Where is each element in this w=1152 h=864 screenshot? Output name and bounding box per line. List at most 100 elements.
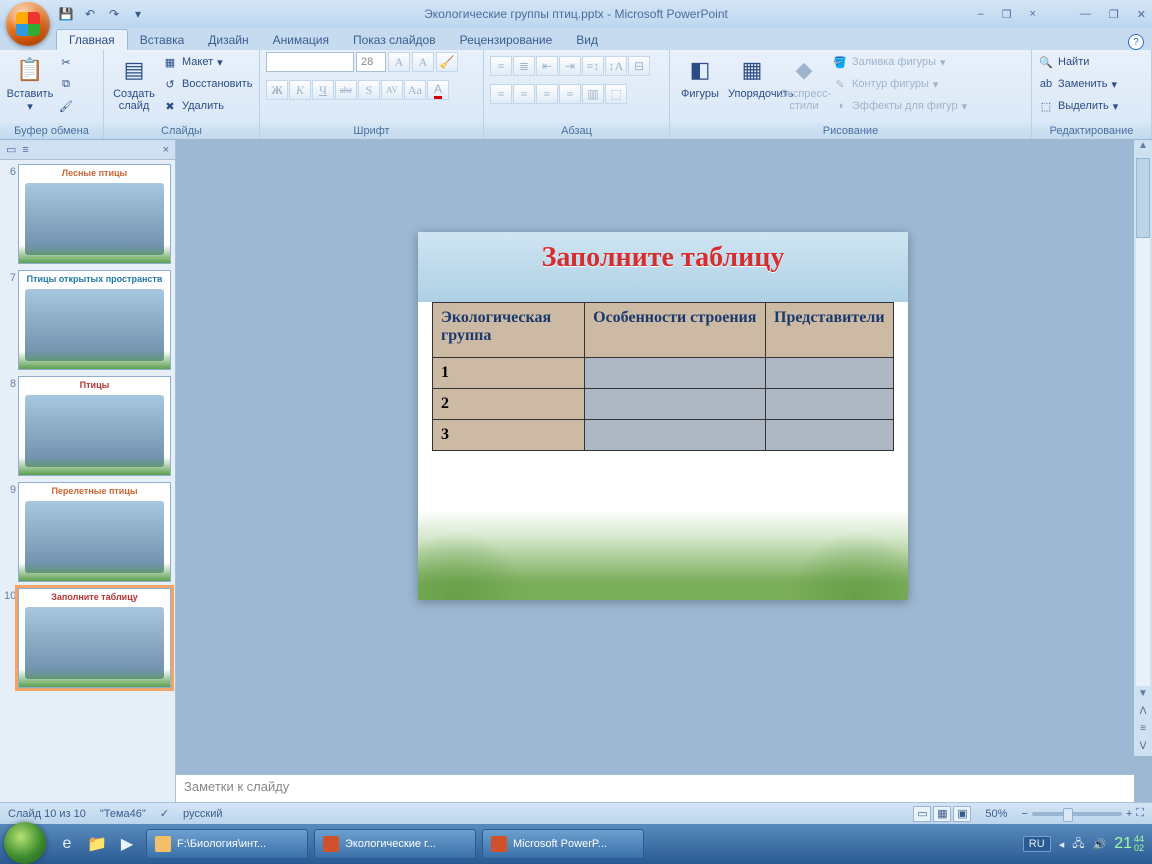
tab-home[interactable]: Главная <box>56 29 128 50</box>
outline-tab-icon[interactable]: ≡ <box>22 144 28 156</box>
delete-button[interactable]: ✖Удалить <box>162 96 252 116</box>
app-minimize[interactable]: — <box>1080 8 1091 21</box>
taskbar-task[interactable]: Экологические г... <box>314 829 476 859</box>
reset-button[interactable]: ↺Восстановить <box>162 74 252 94</box>
zoom-out-button[interactable]: − <box>1021 808 1027 820</box>
cut-button[interactable]: ✂ <box>58 52 74 72</box>
arrange-button[interactable]: ▦Упорядочить <box>728 52 776 100</box>
spellcheck-icon[interactable]: ✓ <box>160 807 169 820</box>
help-icon[interactable]: ? <box>1128 34 1144 50</box>
strike-button[interactable]: abc <box>335 80 357 100</box>
case-button[interactable]: Aa <box>404 80 426 100</box>
notes-pane[interactable]: Заметки к слайду <box>176 774 1134 802</box>
normal-view-button[interactable]: ▭ <box>913 806 931 822</box>
slide-thumbnail[interactable]: Птицы <box>18 376 171 476</box>
taskbar-task[interactable]: Microsoft PowerP... <box>482 829 644 859</box>
slideshow-view-button[interactable]: ▣ <box>953 806 971 822</box>
slide-canvas[interactable]: Заполните таблицу Экологическая группа О… <box>176 140 1152 774</box>
office-button[interactable] <box>6 2 50 46</box>
justify-button[interactable]: ≡ <box>559 84 581 104</box>
next-slide-button[interactable]: ᐯ <box>1134 739 1152 756</box>
tab-slideshow[interactable]: Показ слайдов <box>341 30 448 50</box>
tab-animation[interactable]: Анимация <box>261 30 341 50</box>
font-name-combo[interactable] <box>266 52 354 72</box>
clock[interactable]: 214402 <box>1114 835 1144 853</box>
tab-review[interactable]: Рецензирование <box>448 30 565 50</box>
slide-thumbnail[interactable]: Заполните таблицу <box>18 588 171 688</box>
doc-minimize[interactable]: – <box>977 8 983 21</box>
zoom-level[interactable]: 50% <box>985 808 1007 820</box>
select-button[interactable]: ⬚Выделить ▾ <box>1038 96 1118 116</box>
slide-thumbnail[interactable]: Лесные птицы <box>18 164 171 264</box>
shape-outline-button[interactable]: ✎Контур фигуры ▾ <box>832 74 967 94</box>
shape-effects-button[interactable]: ◑Эффекты для фигур ▾ <box>832 96 967 116</box>
language-indicator[interactable]: RU <box>1023 836 1051 852</box>
shape-fill-button[interactable]: 🪣Заливка фигуры ▾ <box>832 52 967 72</box>
paste-button[interactable]: 📋 Вставить▾ <box>6 52 54 113</box>
align-left-button[interactable]: ≡ <box>490 84 512 104</box>
tray-volume-icon[interactable]: 🔊 <box>1092 838 1106 851</box>
layout-button[interactable]: ▦Макет ▾ <box>162 52 252 72</box>
tab-design[interactable]: Дизайн <box>196 30 260 50</box>
bold-button[interactable]: Ж <box>266 80 288 100</box>
prev-slide-button[interactable]: ᐱ <box>1134 704 1152 721</box>
tab-view[interactable]: Вид <box>564 30 610 50</box>
spacing-button[interactable]: AV <box>381 80 403 100</box>
align-center-button[interactable]: ≡ <box>513 84 535 104</box>
smartart-button[interactable]: ⬚ <box>605 84 627 104</box>
shrink-font-button[interactable]: A <box>412 52 434 72</box>
qat-more[interactable]: ▾ <box>130 6 146 22</box>
zoom-in-button[interactable]: + <box>1126 808 1132 820</box>
qat-save[interactable]: 💾 <box>58 6 74 22</box>
text-direction-button[interactable]: ↕A <box>605 56 627 76</box>
qat-redo[interactable]: ↷ <box>106 6 122 22</box>
new-slide-button[interactable]: ▤ Создать слайд <box>110 52 158 112</box>
app-close[interactable]: ✕ <box>1137 8 1146 21</box>
italic-button[interactable]: К <box>289 80 311 100</box>
columns-button[interactable]: ▥ <box>582 84 604 104</box>
line-spacing-button[interactable]: ≡↕ <box>582 56 604 76</box>
zoom-slider[interactable] <box>1032 812 1122 816</box>
pane-close-icon[interactable]: × <box>163 144 169 156</box>
tray-media-icon[interactable]: ▶ <box>114 829 140 859</box>
slides-tab-icon[interactable]: ▭ <box>6 143 16 156</box>
fit-slide-button[interactable]: ⛶ <box>1136 807 1144 820</box>
scroll-down-arrow[interactable]: ▼ <box>1134 688 1152 704</box>
align-right-button[interactable]: ≡ <box>536 84 558 104</box>
bullets-button[interactable]: ≡ <box>490 56 512 76</box>
align-text-button[interactable]: ⊟ <box>628 56 650 76</box>
tray-folder-icon[interactable]: 📁 <box>84 829 110 859</box>
shadow-button[interactable]: S <box>358 80 380 100</box>
nav-menu-button[interactable]: ≡ <box>1134 721 1152 738</box>
font-size-combo[interactable]: 28 <box>356 52 386 72</box>
slide-thumbnail[interactable]: Птицы открытых пространств <box>18 270 171 370</box>
doc-close[interactable]: × <box>1029 8 1035 21</box>
app-maximize[interactable]: ❐ <box>1109 8 1119 21</box>
sorter-view-button[interactable]: ▦ <box>933 806 951 822</box>
vertical-scrollbar[interactable]: ▲ ▼ <box>1134 140 1152 756</box>
scroll-up-arrow[interactable]: ▲ <box>1134 140 1152 156</box>
shapes-button[interactable]: ◧Фигуры <box>676 52 724 100</box>
doc-restore[interactable]: ❐ <box>1002 8 1012 21</box>
tab-insert[interactable]: Вставка <box>128 30 197 50</box>
find-button[interactable]: 🔍Найти <box>1038 52 1118 72</box>
indent-dec-button[interactable]: ⇤ <box>536 56 558 76</box>
tray-ie-icon[interactable]: e <box>54 829 80 859</box>
font-color-button[interactable]: A <box>427 80 449 100</box>
numbering-button[interactable]: ≣ <box>513 56 535 76</box>
scroll-thumb[interactable] <box>1136 158 1150 238</box>
indent-inc-button[interactable]: ⇥ <box>559 56 581 76</box>
replace-button[interactable]: abЗаменить ▾ <box>1038 74 1118 94</box>
slide-thumbnail[interactable]: Перелетные птицы <box>18 482 171 582</box>
grow-font-button[interactable]: A <box>388 52 410 72</box>
quick-styles-button[interactable]: ◆Экспресс-стили <box>780 52 828 112</box>
format-painter-button[interactable]: 🖌 <box>58 96 74 116</box>
clear-format-button[interactable]: 🧹 <box>436 52 458 72</box>
start-button[interactable] <box>4 822 46 864</box>
qat-undo[interactable]: ↶ <box>82 6 98 22</box>
tray-expand-icon[interactable]: ◂ <box>1059 838 1065 851</box>
copy-button[interactable]: ⧉ <box>58 74 74 94</box>
status-language[interactable]: русский <box>183 808 222 820</box>
taskbar-task[interactable]: F:\Биология\инт... <box>146 829 308 859</box>
underline-button[interactable]: Ч <box>312 80 334 100</box>
